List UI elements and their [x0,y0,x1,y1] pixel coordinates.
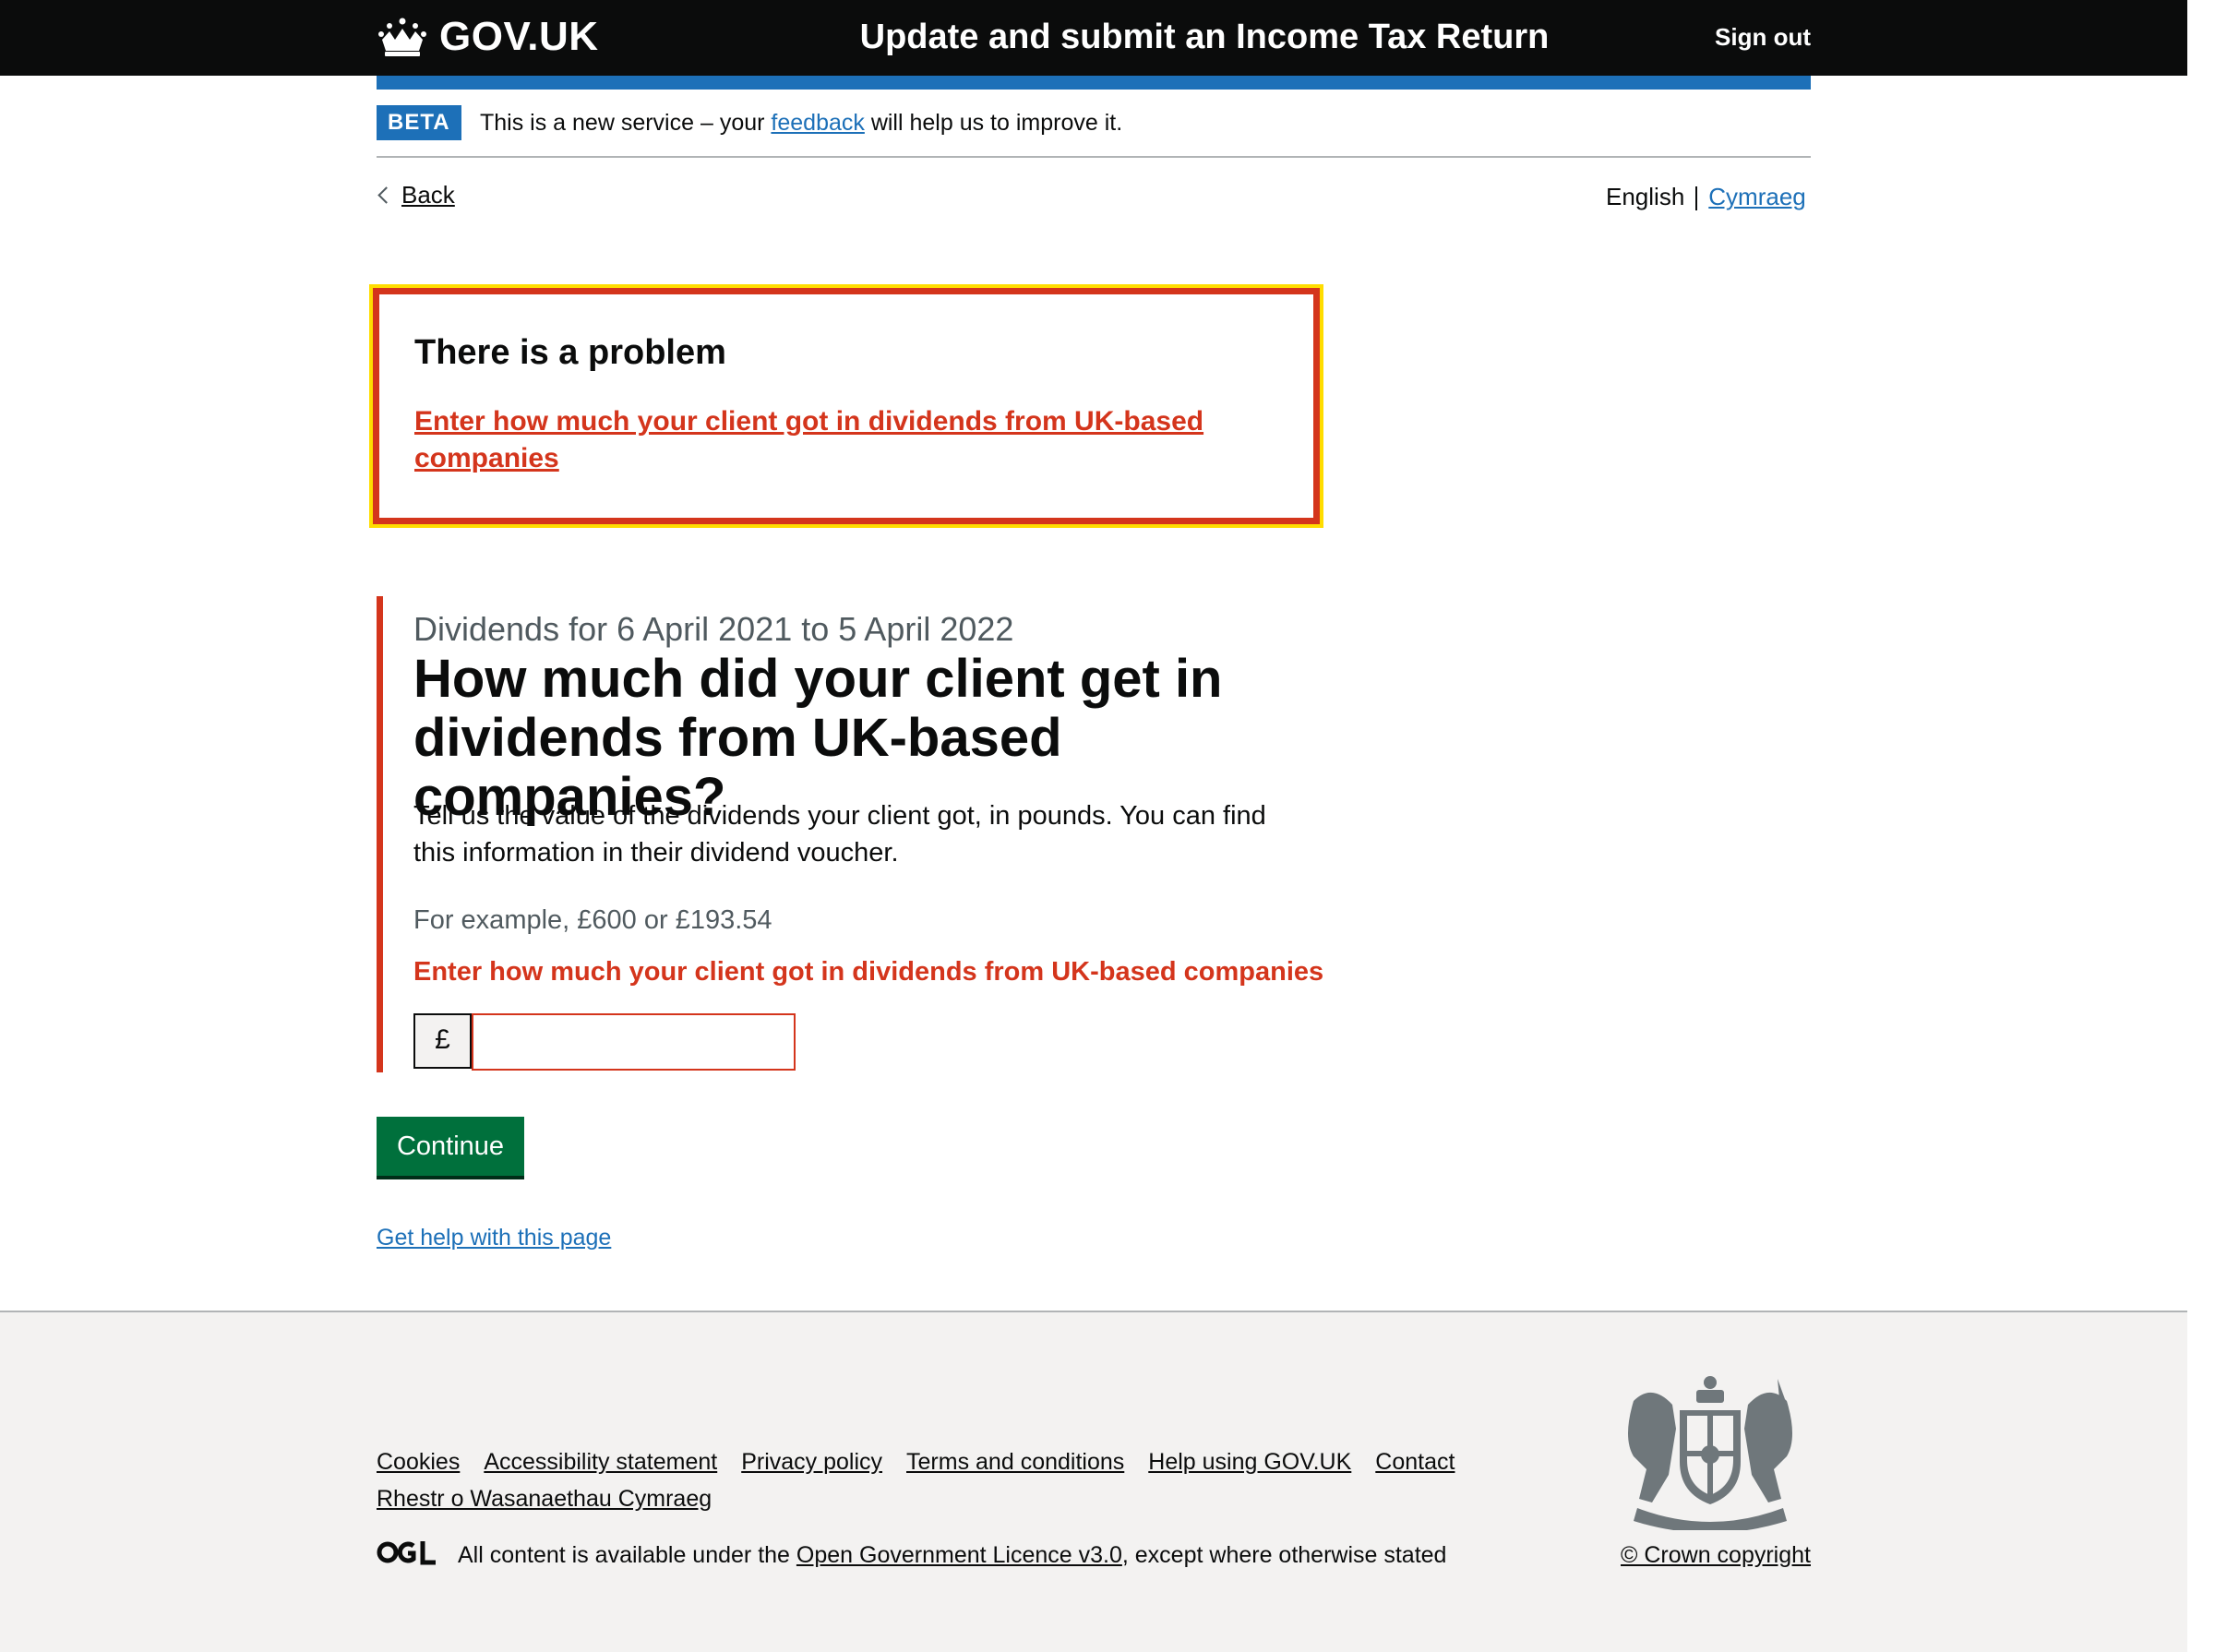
logo-text: GOV.UK [439,14,599,59]
phase-banner: BETA This is a new service – your feedba… [377,90,1811,158]
header-blue-bar [377,76,1811,90]
language-toggle: English Cymraeg [1606,181,1806,212]
service-name-link[interactable]: Update and submit an Income Tax Return [831,13,1578,61]
language-cymraeg-link[interactable]: Cymraeg [1708,183,1805,210]
get-help-link[interactable]: Get help with this page [377,1222,611,1253]
field-error-message: Enter how much your client got in divide… [413,957,1324,987]
licence-before: All content is available under the [458,1542,796,1568]
crown-icon [378,18,426,56]
continue-button[interactable]: Continue [377,1117,524,1176]
back-chevron-icon [377,186,395,204]
body-text: Tell us the value of the dividends your … [413,801,1266,868]
footer-link-terms[interactable]: Terms and conditions [906,1449,1124,1475]
govuk-logo-link[interactable]: GOV.UK [377,13,599,61]
form-group-error: Dividends for 6 April 2021 to 5 April 20… [377,596,1323,1072]
footer-link-help[interactable]: Help using GOV.UK [1148,1449,1351,1475]
footer-link-welsh-services[interactable]: Rhestr o Wasanaethau Cymraeg [377,1486,712,1512]
feedback-link[interactable]: feedback [771,110,864,136]
beta-tag: BETA [377,105,461,140]
sign-out-link[interactable]: Sign out [1698,18,1811,55]
ogl-logo-icon [377,1541,436,1565]
site-footer: Cookies Accessibility statement Privacy po… [0,1311,2187,1652]
amount-input-wrapper: £ [413,1013,796,1071]
phase-text-after: will help us to improve it. [864,110,1123,136]
error-summary-title: There is a problem [414,333,726,372]
pound-prefix: £ [413,1013,472,1069]
site-header: GOV.UK Update and submit an Income Tax R… [0,0,2187,76]
ogl-licence-link[interactable]: Open Government Licence v3.0 [796,1542,1122,1568]
hint-text: For example, £600 or £193.54 [413,905,772,935]
footer-link-contact[interactable]: Contact [1375,1449,1455,1475]
royal-coat-of-arms-icon [1628,1376,1792,1530]
licence-after: , except where otherwise stated [1121,1542,1447,1568]
ogl-logo [377,1539,437,1565]
back-link[interactable]: Back [377,179,455,210]
phase-banner-text: This is a new service – your feedback wi… [480,108,1122,138]
footer-links: Cookies Accessibility statement Privacy po… [377,1443,1539,1517]
language-separator [1695,186,1698,211]
error-summary-link[interactable]: Enter how much your client got in divide… [414,403,1227,477]
language-current: English [1606,183,1685,210]
back-link-label: Back [401,181,455,209]
crown-copyright: © Crown copyright [1514,1539,1811,1571]
crown-copyright-link[interactable]: © Crown copyright [1621,1542,1811,1568]
phase-text-before: This is a new service – your [480,110,772,136]
page-caption: Dividends for 6 April 2021 to 5 April 20… [413,610,1014,648]
licence-text: All content is available under the Open … [458,1539,1446,1571]
footer-link-cookies[interactable]: Cookies [377,1449,460,1475]
error-summary: There is a problem Enter how much your c… [369,284,1323,528]
amount-input[interactable] [472,1013,796,1071]
footer-link-privacy[interactable]: Privacy policy [741,1449,882,1475]
footer-link-accessibility[interactable]: Accessibility statement [484,1449,717,1475]
